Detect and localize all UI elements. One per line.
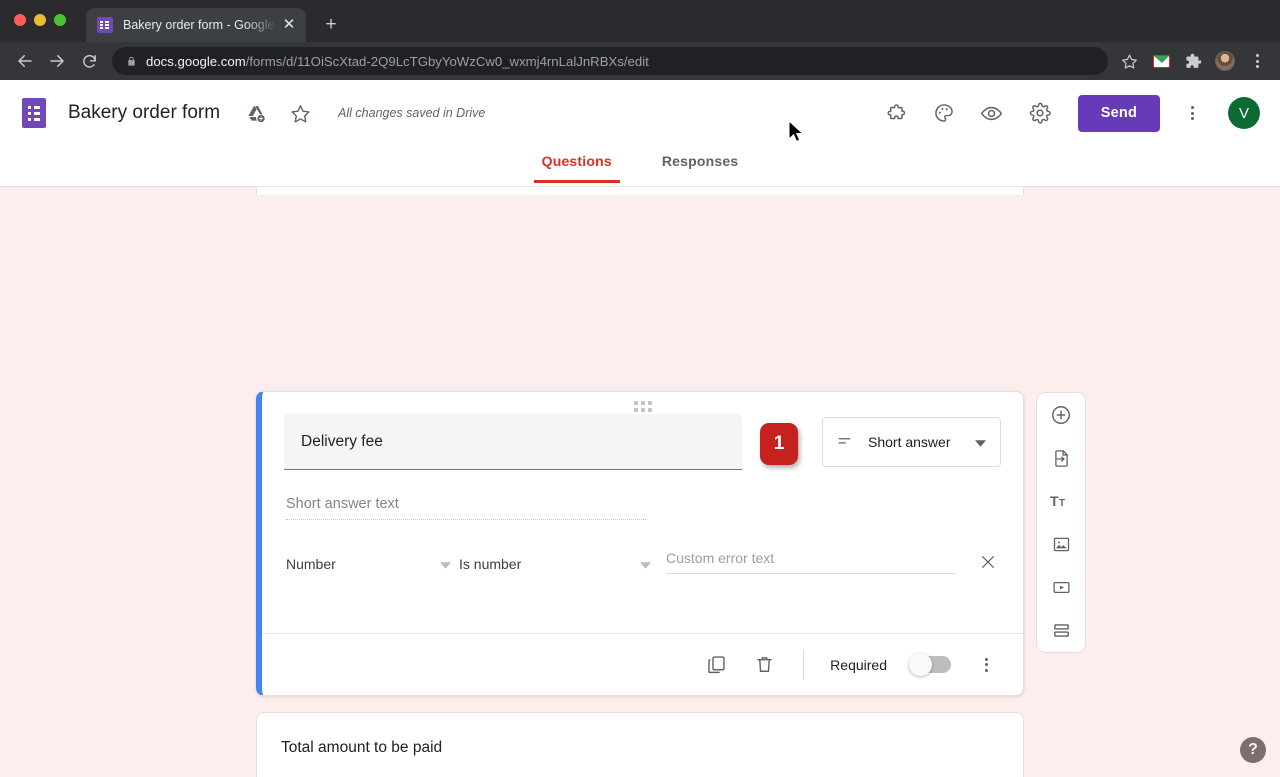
google-forms-app: Bakery order form All changes saved in D… [0,80,1280,777]
tab-responses[interactable]: Responses [654,146,747,183]
import-questions-icon[interactable] [1048,445,1074,471]
url-path: /forms/d/11OiScXtad-2Q9LcTGbyYoWzCw0_wxm… [246,54,649,69]
step-badge-1: 1 [760,423,798,465]
save-status: All changes saved in Drive [338,106,485,120]
star-icon[interactable] [1118,50,1140,72]
back-arrow-icon[interactable] [10,46,40,76]
send-button[interactable]: Send [1078,95,1160,132]
chevron-down-icon [975,434,986,450]
maximize-window-button[interactable] [54,14,66,26]
minimize-window-button[interactable] [34,14,46,26]
question-type-select[interactable]: Short answer [822,417,1001,467]
question-title-input[interactable]: Delivery fee [284,414,742,470]
form-title[interactable]: Bakery order form [68,102,220,124]
browser-tab-strip: Bakery order form - Google For ✕ + [0,0,1280,42]
google-forms-favicon-icon [97,17,113,33]
svg-text:T: T [1050,493,1059,509]
settings-gear-icon[interactable] [1024,97,1056,129]
question-title: Total amount to be paid [281,739,999,757]
browser-toolbar: docs.google.com/forms/d/11OiScXtad-2Q9Lc… [0,42,1280,80]
account-avatar[interactable]: V [1228,97,1260,129]
drag-handle-icon[interactable] [634,401,652,412]
help-button[interactable]: ? [1240,737,1266,763]
required-label: Required [830,657,887,673]
url-host: docs.google.com [146,54,246,69]
footer-divider [803,650,804,680]
validation-type-label: Number [286,556,440,572]
svg-text:T: T [1059,498,1065,509]
gmail-extension-icon[interactable] [1150,50,1172,72]
required-toggle[interactable] [911,656,951,673]
response-validation-row: Number Is number Custom error text [286,550,1023,574]
question-type-label: Short answer [868,434,962,450]
close-window-button[interactable] [14,14,26,26]
url-text: docs.google.com/forms/d/11OiScXtad-2Q9Lc… [146,54,649,69]
addons-puzzle-piece-icon[interactable] [880,97,912,129]
window-controls[interactable] [14,14,66,26]
chevron-down-icon [640,556,651,572]
tab-questions[interactable]: Questions [534,146,620,183]
browser-kebab-menu-icon[interactable] [1246,50,1268,72]
add-image-icon[interactable] [1048,531,1074,557]
forms-tab-bar: Questions Responses [0,146,1280,187]
preview-eye-icon[interactable] [976,97,1008,129]
close-tab-icon[interactable]: ✕ [280,16,298,34]
forward-arrow-icon[interactable] [42,46,72,76]
short-answer-preview: Short answer text [286,496,646,520]
address-bar[interactable]: docs.google.com/forms/d/11OiScXtad-2Q9Lc… [112,47,1108,75]
star-outline-icon[interactable] [284,97,316,129]
validation-condition-label: Is number [459,556,640,572]
add-item-toolbar: TT [1036,392,1086,653]
forms-header: Bakery order form All changes saved in D… [0,80,1280,146]
chevron-down-icon [440,556,451,572]
puzzle-piece-icon[interactable] [1182,50,1204,72]
previous-question-card-partial[interactable] [256,187,1024,195]
validation-condition-select[interactable]: Is number [459,556,651,574]
add-video-icon[interactable] [1048,574,1074,600]
google-forms-logo-icon[interactable] [22,98,46,128]
add-section-icon[interactable] [1048,617,1074,643]
duplicate-icon[interactable] [703,652,729,678]
add-title-text-icon[interactable]: TT [1048,488,1074,514]
remove-validation-close-icon[interactable] [976,550,1000,574]
palette-icon[interactable] [928,97,960,129]
new-tab-button[interactable]: + [320,14,342,36]
reload-icon[interactable] [74,46,104,76]
browser-tab[interactable]: Bakery order form - Google For ✕ [86,8,306,42]
lock-icon [126,55,137,68]
short-answer-icon [837,432,855,453]
short-answer-placeholder: Short answer text [286,496,646,519]
trash-icon[interactable] [751,652,777,678]
question-card-delivery-fee[interactable]: Delivery fee 1 Short answer Short answer… [256,391,1024,696]
form-canvas: Delivery fee 1 Short answer Short answer… [0,187,1280,777]
forms-kebab-menu-icon[interactable] [1176,97,1208,129]
validation-type-select[interactable]: Number [286,556,451,574]
question-card-total-amount[interactable]: Total amount to be paid Short answer tex… [256,712,1024,777]
drive-add-icon[interactable] [240,97,272,129]
browser-tab-title: Bakery order form - Google For [123,18,280,32]
custom-error-text-input[interactable]: Custom error text [666,550,956,574]
add-question-plus-circle-icon[interactable] [1048,402,1074,428]
question-more-options-kebab-icon[interactable] [973,652,999,678]
mouse-cursor [789,121,806,145]
profile-avatar-icon[interactable] [1214,50,1236,72]
question-card-footer: Required [262,633,1023,695]
